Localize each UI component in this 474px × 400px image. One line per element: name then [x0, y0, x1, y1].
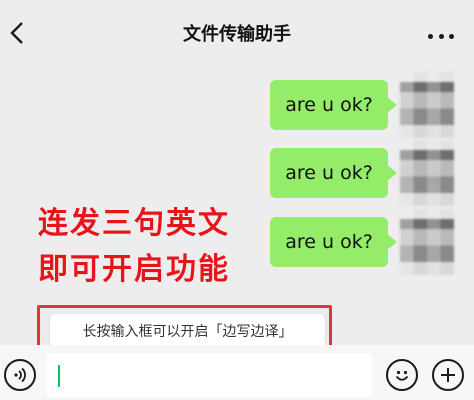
message-row: are u ok? — [266, 72, 456, 138]
overlay-caption-line2: 即可开启功能 — [38, 252, 230, 287]
message-row: are u ok? — [266, 140, 456, 206]
message-bubble[interactable]: are u ok? — [270, 148, 397, 198]
message-input[interactable] — [46, 353, 372, 397]
avatar[interactable] — [400, 140, 454, 206]
voice-icon — [14, 367, 26, 383]
avatar[interactable] — [400, 72, 454, 138]
voice-button[interactable] — [4, 359, 36, 391]
overlay-caption-line1: 连发三句英文 — [38, 206, 230, 241]
more-options-icon[interactable] — [428, 33, 454, 39]
avatar[interactable] — [400, 209, 454, 275]
message-bubble[interactable]: are u ok? — [270, 217, 397, 267]
emoji-icon — [395, 370, 409, 381]
message-row: are u ok? — [266, 209, 456, 275]
chat-header: 文件传输助手 — [0, 0, 474, 66]
page-title: 文件传输助手 — [183, 24, 291, 45]
input-bar — [0, 345, 474, 400]
input-hint-tooltip: 长按输入框可以开启「边写边译」 — [50, 314, 325, 355]
add-button[interactable] — [432, 359, 464, 391]
plus-icon — [441, 368, 455, 382]
text-caret — [58, 365, 60, 387]
emoji-button[interactable] — [386, 359, 418, 391]
message-bubble[interactable]: are u ok? — [270, 80, 397, 130]
